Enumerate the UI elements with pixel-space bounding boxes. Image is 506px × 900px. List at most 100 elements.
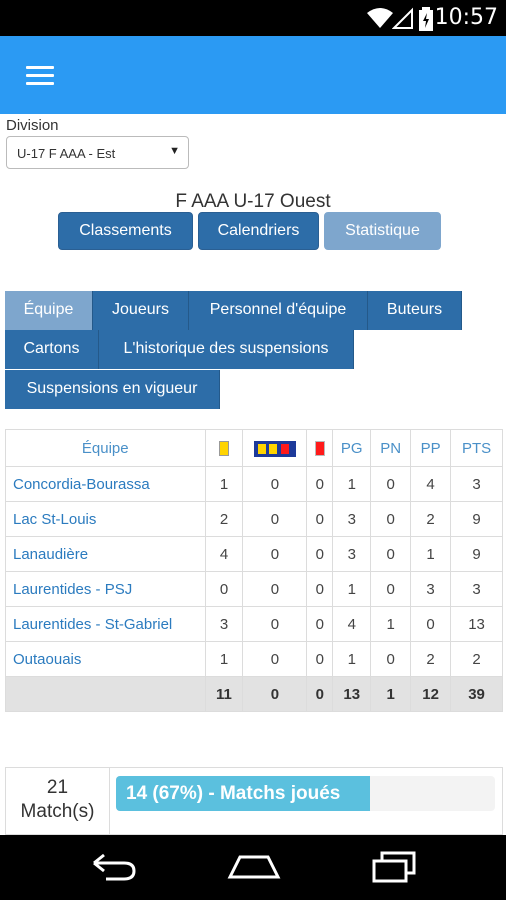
- wifi-icon: [367, 8, 393, 28]
- home-icon[interactable]: [226, 849, 282, 885]
- table-cell: 1: [204, 641, 244, 677]
- table-row: Lac St-Louis 2 0 0 3 0 2 9: [5, 501, 503, 537]
- table-cell: 0: [306, 536, 334, 572]
- table-header-row: Équipe PG PN PP PTS: [5, 429, 503, 467]
- table-cell: 0: [242, 571, 308, 607]
- table-cell: 1: [332, 641, 372, 677]
- battery-icon: [419, 7, 433, 31]
- table-cell: 2: [204, 501, 244, 537]
- tab-equipe[interactable]: Équipe: [5, 291, 93, 330]
- table-cell: 2: [450, 641, 503, 677]
- team-link[interactable]: Laurentides - St-Gabriel: [5, 606, 206, 642]
- calendriers-button[interactable]: Calendriers: [198, 212, 319, 250]
- table-cell: 3: [450, 466, 503, 502]
- table-row: Lanaudière 4 0 0 3 0 1 9: [5, 536, 503, 572]
- column-header-pn[interactable]: PN: [370, 429, 412, 467]
- red-card-icon: [314, 441, 325, 457]
- table-cell: 0: [306, 466, 334, 502]
- navigation-bar: [0, 835, 506, 900]
- totals-label-cell: [5, 676, 206, 712]
- table-row: Concordia-Bourassa 1 0 0 1 0 4 3: [5, 466, 503, 502]
- tab-buteurs[interactable]: Buteurs: [368, 291, 462, 330]
- classements-button[interactable]: Classements: [58, 212, 193, 250]
- column-header-pg[interactable]: PG: [332, 429, 372, 467]
- total-cell: 13: [332, 676, 372, 712]
- division-selected-value: U-17 F AAA - Est: [17, 146, 116, 161]
- tab-cartons[interactable]: Cartons: [5, 330, 99, 369]
- division-select[interactable]: U-17 F AAA - Est ▼: [6, 136, 189, 169]
- tab-suspensions-vigueur[interactable]: Suspensions en vigueur: [5, 370, 220, 409]
- totals-row: 11 0 0 13 1 12 39: [5, 676, 503, 712]
- status-bar: 10:57: [0, 0, 506, 36]
- team-link[interactable]: Lanaudière: [5, 536, 206, 572]
- recent-apps-icon[interactable]: [370, 849, 420, 885]
- team-link[interactable]: Outaouais: [5, 641, 206, 677]
- matches-count: 21 Match(s): [6, 768, 110, 834]
- table-cell: 0: [306, 571, 334, 607]
- table-cell: 0: [242, 536, 308, 572]
- column-header-pts[interactable]: PTS: [450, 429, 503, 467]
- table-cell: 0: [242, 641, 308, 677]
- matches-summary: 21 Match(s) 14 (67%) - Matchs joués: [5, 767, 503, 835]
- dropdown-arrow-icon: ▼: [169, 145, 180, 157]
- table-cell: 0: [204, 571, 244, 607]
- table-cell: 4: [410, 466, 452, 502]
- table-cell: 0: [306, 641, 334, 677]
- app-bar: [0, 36, 506, 114]
- column-header-combo[interactable]: [242, 429, 308, 467]
- table-cell: 9: [450, 536, 503, 572]
- column-header-team[interactable]: Équipe: [5, 429, 206, 467]
- back-icon[interactable]: [88, 849, 138, 885]
- table-cell: 0: [370, 641, 412, 677]
- yellow-red-card-icon: [253, 440, 296, 457]
- table-cell: 4: [204, 536, 244, 572]
- statistique-button[interactable]: Statistique: [324, 212, 441, 250]
- team-link[interactable]: Lac St-Louis: [5, 501, 206, 537]
- matches-progress-bar: 14 (67%) - Matchs joués: [116, 776, 495, 811]
- team-link[interactable]: Laurentides - PSJ: [5, 571, 206, 607]
- table-cell: 3: [204, 606, 244, 642]
- table-cell: 4: [332, 606, 372, 642]
- team-stats-table: Équipe PG PN PP PTS Concordia-Bourassa 1 0…: [5, 429, 503, 712]
- column-header-red[interactable]: [306, 429, 334, 467]
- table-cell: 0: [370, 501, 412, 537]
- division-label: Division: [6, 117, 59, 134]
- tab-personnel[interactable]: Personnel d'équipe: [189, 291, 368, 330]
- total-cell: 12: [410, 676, 452, 712]
- table-cell: 1: [204, 466, 244, 502]
- table-cell: 1: [370, 606, 412, 642]
- table-cell: 0: [410, 606, 452, 642]
- table-cell: 3: [332, 501, 372, 537]
- page-title: F AAA U-17 Ouest: [175, 191, 331, 212]
- matches-count-value: 21: [46, 777, 69, 798]
- table-cell: 0: [370, 466, 412, 502]
- total-cell: 1: [370, 676, 412, 712]
- matches-count-label: Match(s): [20, 801, 95, 822]
- table-cell: 0: [306, 501, 334, 537]
- signal-icon: [392, 7, 413, 29]
- table-cell: 3: [410, 571, 452, 607]
- table-cell: 0: [242, 501, 308, 537]
- matches-progress-fill: 14 (67%) - Matchs joués: [116, 776, 370, 811]
- table-cell: 2: [410, 501, 452, 537]
- tab-joueurs[interactable]: Joueurs: [93, 291, 189, 330]
- total-cell: 0: [242, 676, 308, 712]
- team-link[interactable]: Concordia-Bourassa: [5, 466, 206, 502]
- table-cell: 1: [410, 536, 452, 572]
- table-cell: 3: [332, 536, 372, 572]
- total-cell: 11: [204, 676, 244, 712]
- table-cell: 0: [242, 606, 308, 642]
- table-cell: 9: [450, 501, 503, 537]
- table-cell: 3: [450, 571, 503, 607]
- table-cell: 0: [370, 571, 412, 607]
- table-cell: 1: [332, 466, 372, 502]
- table-row: Laurentides - St-Gabriel 3 0 0 4 1 0 13: [5, 606, 503, 642]
- column-header-pp[interactable]: PP: [410, 429, 452, 467]
- table-cell: 0: [306, 606, 334, 642]
- tab-historique-suspensions[interactable]: L'historique des suspensions: [99, 330, 354, 369]
- column-header-yellow[interactable]: [204, 429, 244, 467]
- table-cell: 13: [450, 606, 503, 642]
- total-cell: 39: [450, 676, 503, 712]
- yellow-card-icon: [218, 441, 229, 457]
- menu-icon[interactable]: [26, 66, 54, 88]
